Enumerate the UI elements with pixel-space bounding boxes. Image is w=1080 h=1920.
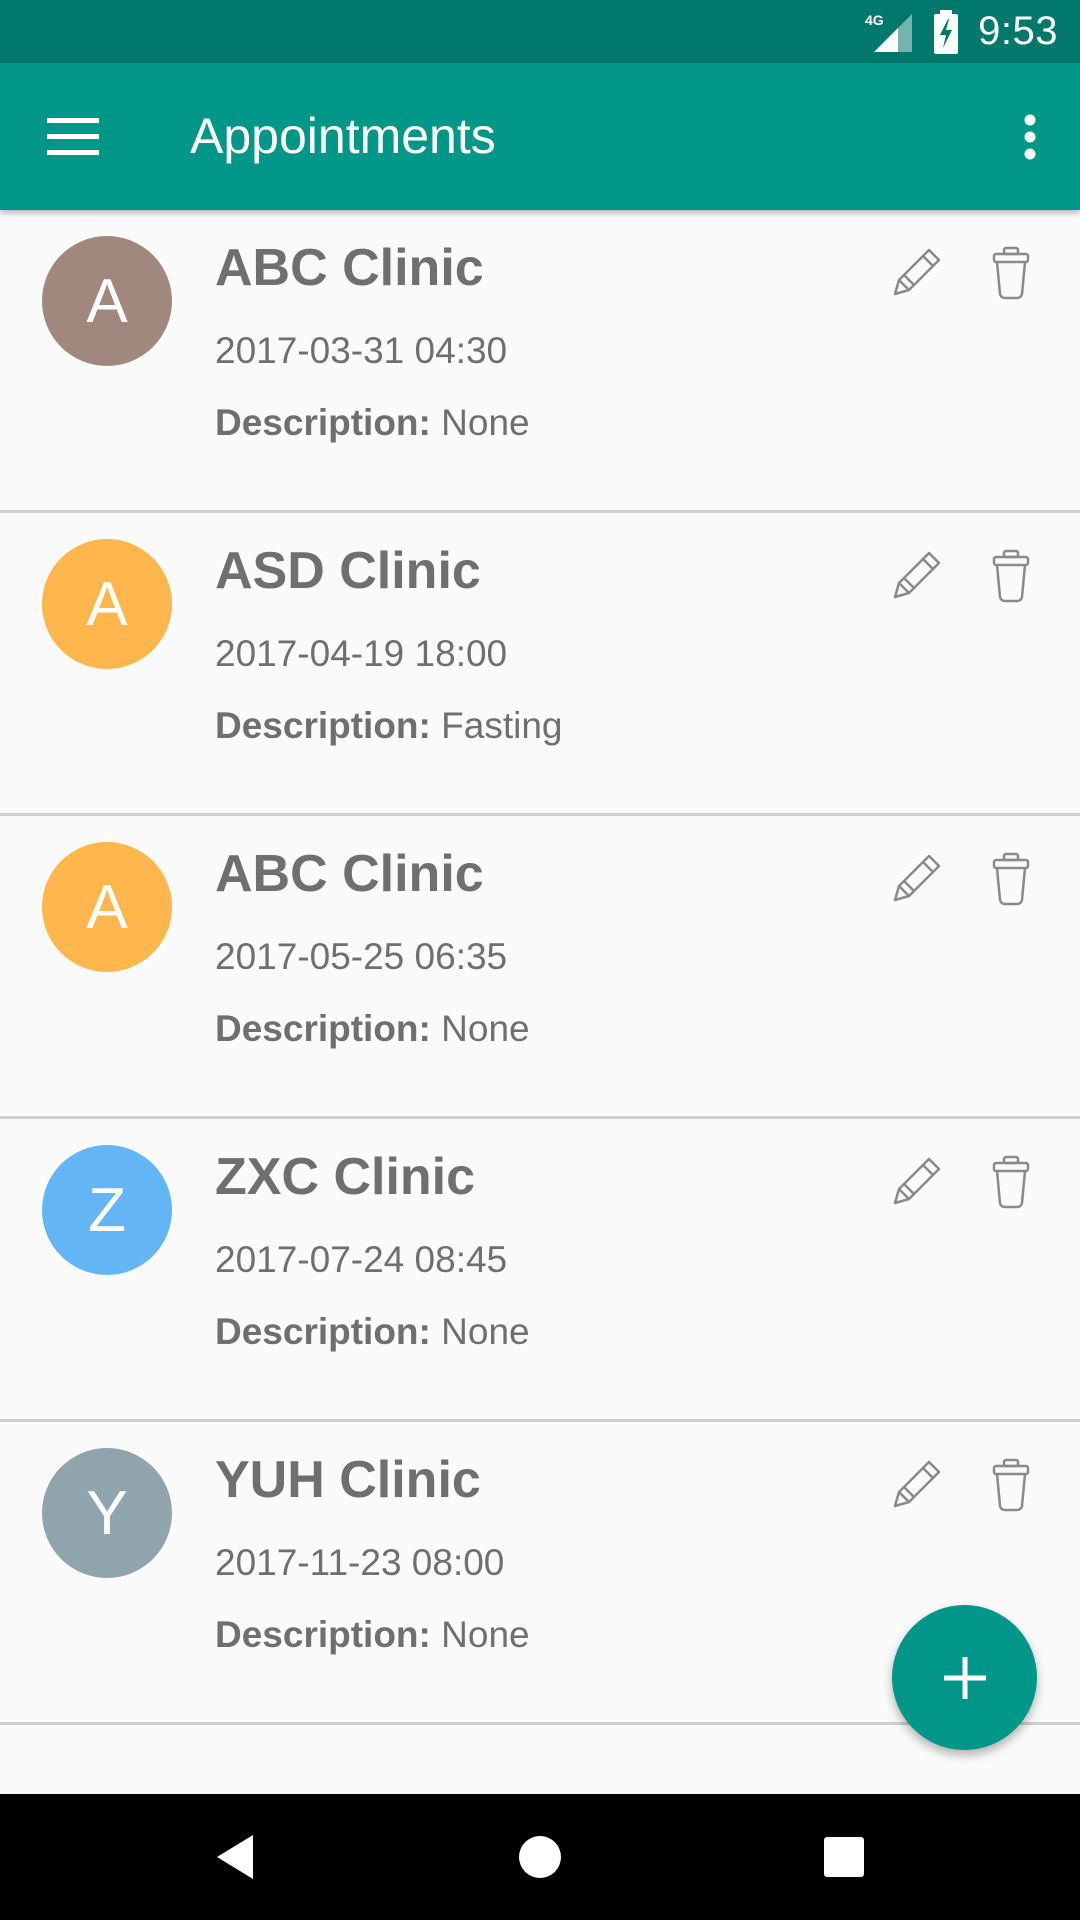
app-bar: Appointments (0, 63, 1080, 210)
status-bar: 4G 9:53 (0, 0, 1080, 63)
edit-button[interactable] (887, 545, 947, 605)
pencil-icon (893, 1157, 941, 1205)
battery-charging-icon (934, 9, 959, 54)
avatar: Z (42, 1145, 172, 1275)
delete-button[interactable] (988, 1454, 1034, 1514)
overflow-menu-button[interactable] (990, 97, 1070, 177)
nav-home-button[interactable] (500, 1817, 580, 1897)
add-appointment-button[interactable] (892, 1605, 1037, 1750)
avatar: A (42, 539, 172, 669)
system-nav-bar (0, 1794, 1080, 1920)
description: Description: Fasting (215, 705, 562, 747)
delete-button[interactable] (988, 545, 1034, 605)
clock: 9:53 (978, 9, 1058, 53)
appointment-card[interactable]: A ASD Clinic 2017-04-19 18:00 Descriptio… (0, 513, 1080, 816)
clinic-name: ASD Clinic (215, 542, 481, 600)
signal-4g-icon: 4G (865, 12, 913, 52)
trash-icon (992, 852, 1030, 906)
description: Description: None (215, 1311, 530, 1353)
description-value: None (441, 1614, 530, 1655)
appointment-datetime: 2017-11-23 08:00 (215, 1542, 505, 1583)
more-vert-icon (1024, 114, 1036, 160)
trash-icon (992, 1458, 1030, 1512)
description: Description: None (215, 402, 530, 444)
appointment-datetime: 2017-04-19 18:00 (215, 633, 508, 674)
plus-icon (943, 1656, 986, 1699)
description-label: Description: (215, 1614, 431, 1655)
trash-icon (992, 549, 1030, 603)
clinic-name: ABC Clinic (215, 239, 484, 297)
description-value: None (441, 402, 530, 443)
appointment-datetime: 2017-05-25 06:35 (215, 936, 508, 977)
trash-icon (992, 246, 1030, 300)
clinic-name: ABC Clinic (215, 845, 484, 903)
nav-back-button[interactable] (195, 1817, 275, 1897)
description-label: Description: (215, 402, 431, 443)
pencil-icon (893, 1460, 941, 1508)
edit-button[interactable] (887, 242, 947, 302)
description-label: Description: (215, 705, 431, 746)
edit-button[interactable] (887, 1454, 947, 1514)
appointment-list[interactable]: A ABC Clinic 2017-03-31 04:30 Descriptio… (0, 210, 1080, 1794)
description-value: None (441, 1008, 530, 1049)
edit-button[interactable] (887, 848, 947, 908)
appointment-datetime: 2017-03-31 04:30 (215, 330, 508, 371)
delete-button[interactable] (988, 242, 1034, 302)
avatar: Y (42, 1448, 172, 1578)
hamburger-menu-icon (47, 118, 99, 155)
avatar: A (42, 236, 172, 366)
description-value: Fasting (441, 705, 563, 746)
recents-square-icon (824, 1837, 864, 1877)
page-title: Appointments (190, 108, 496, 164)
appointment-card[interactable]: A ABC Clinic 2017-03-31 04:30 Descriptio… (0, 210, 1080, 513)
nav-recents-button[interactable] (804, 1817, 884, 1897)
appointment-card[interactable]: Z ZXC Clinic 2017-07-24 08:45 Descriptio… (0, 1119, 1080, 1422)
network-type-label: 4G (865, 12, 884, 28)
pencil-icon (893, 248, 941, 296)
description: Description: None (215, 1008, 530, 1050)
status-icons: 4G 9:53 (864, 0, 1058, 63)
appointment-card[interactable]: A ABC Clinic 2017-05-25 06:35 Descriptio… (0, 816, 1080, 1119)
back-triangle-icon (217, 1835, 253, 1879)
description: Description: None (215, 1614, 530, 1656)
description-label: Description: (215, 1311, 431, 1352)
pencil-icon (893, 854, 941, 902)
appointment-datetime: 2017-07-24 08:45 (215, 1239, 508, 1280)
home-circle-icon (519, 1836, 561, 1878)
menu-button[interactable] (26, 97, 120, 177)
pencil-icon (893, 551, 941, 599)
clinic-name: ZXC Clinic (215, 1148, 476, 1206)
delete-button[interactable] (988, 1151, 1034, 1211)
clinic-name: YUH Clinic (215, 1451, 481, 1509)
description-label: Description: (215, 1008, 431, 1049)
avatar: A (42, 842, 172, 972)
trash-icon (992, 1155, 1030, 1209)
delete-button[interactable] (988, 848, 1034, 908)
edit-button[interactable] (887, 1151, 947, 1211)
description-value: None (441, 1311, 530, 1352)
